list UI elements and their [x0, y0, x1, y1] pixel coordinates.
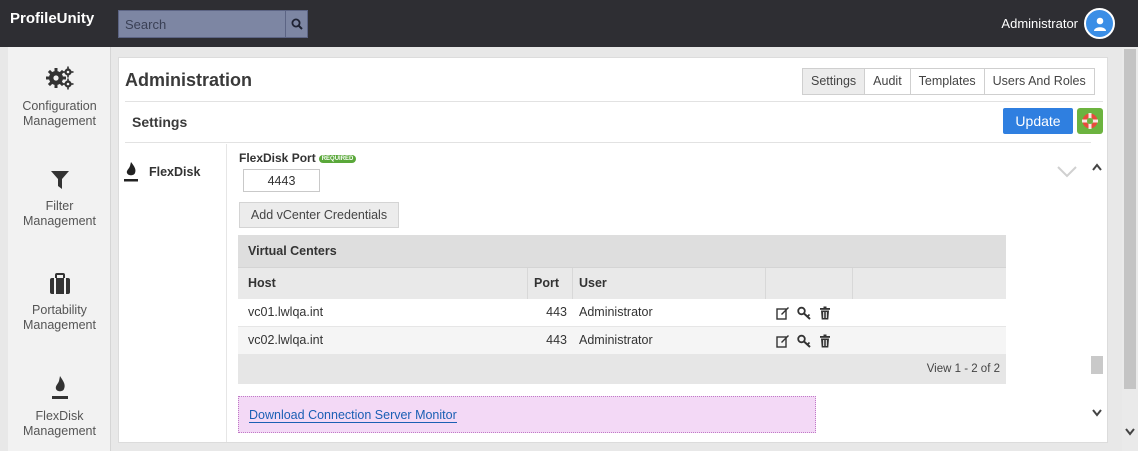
tab-templates[interactable]: Templates — [909, 69, 984, 94]
cell-host: vc01.lwlqa.int — [248, 305, 324, 319]
row-actions — [766, 299, 853, 326]
avatar[interactable] — [1084, 8, 1115, 39]
grid-caption: Virtual Centers — [238, 235, 1006, 267]
page-title: Administration — [125, 70, 253, 90]
divider — [125, 142, 1091, 143]
sidebar-item-label: Management — [23, 114, 96, 128]
flexdisk-port-label: FlexDisk Port REQUIRED — [239, 151, 357, 165]
user-name[interactable]: Administrator — [1001, 16, 1078, 31]
search-button[interactable] — [286, 10, 308, 38]
sidebar-item-portability[interactable]: Portability Management — [8, 273, 111, 333]
app-brand[interactable]: ProfileUnity — [10, 10, 94, 27]
key-icon[interactable] — [797, 306, 812, 320]
flexdisk-icon — [124, 162, 138, 182]
scroll-down-icon[interactable] — [1091, 408, 1103, 418]
edit-icon[interactable] — [776, 306, 790, 320]
search-box — [118, 10, 308, 38]
cell-host: vc02.lwlqa.int — [248, 333, 324, 347]
tab-users-and-roles[interactable]: Users And Roles — [983, 69, 1094, 94]
help-button[interactable] — [1077, 108, 1103, 134]
tab-bar: Settings Audit Templates Users And Roles — [802, 68, 1095, 95]
sidebar-item-label: Management — [23, 318, 96, 332]
sidebar-item-configuration[interactable]: Configuration Management — [8, 65, 111, 129]
cell-user: Administrator — [579, 305, 653, 319]
column-header-actions — [766, 268, 853, 299]
table-row: vc02.lwlqa.int 443 Administrator — [238, 327, 1006, 355]
virtual-centers-grid: Virtual Centers Host Port User vc01.lwlq… — [238, 235, 1006, 384]
search-icon — [291, 18, 303, 30]
flexdisk-section-label: FlexDisk — [123, 161, 200, 183]
cell-blank — [853, 327, 1006, 354]
section-title: Settings — [132, 114, 188, 130]
row-actions — [766, 327, 853, 354]
grid-header: Host Port User — [238, 267, 1006, 299]
trash-icon[interactable] — [819, 334, 831, 348]
page-scrollbar[interactable] — [1122, 47, 1138, 451]
sidebar-item-label: Management — [23, 424, 96, 438]
required-badge: REQUIRED — [318, 155, 357, 163]
column-header-host[interactable]: Host — [238, 268, 528, 299]
sidebar-item-filter[interactable]: Filter Management — [8, 169, 111, 229]
column-header-user[interactable]: User — [573, 268, 766, 299]
cell-blank — [853, 299, 1006, 326]
key-icon[interactable] — [797, 334, 812, 348]
cell-port: 443 — [546, 333, 567, 347]
sidebar-item-label: FlexDisk — [35, 409, 84, 423]
lifebuoy-icon — [1082, 113, 1098, 129]
column-header-blank — [853, 268, 1006, 299]
download-connection-server-monitor-link[interactable]: Download Connection Server Monitor — [249, 408, 457, 423]
user-avatar-icon — [1093, 17, 1106, 31]
port-label-text: FlexDisk Port — [239, 151, 316, 165]
main-panel: Administration Settings Audit Templates … — [118, 57, 1108, 443]
flexdisk-port-input[interactable] — [243, 169, 320, 192]
divider — [226, 144, 227, 442]
scroll-up-icon[interactable] — [1091, 162, 1103, 172]
sidebar-item-flexdisk[interactable]: FlexDisk Management — [8, 375, 111, 439]
column-header-port[interactable]: Port — [528, 268, 573, 299]
gears-icon — [45, 66, 73, 90]
sidebar-item-label: Filter — [45, 199, 74, 213]
download-panel: Download Connection Server Monitor — [238, 396, 816, 433]
search-input[interactable] — [118, 10, 286, 38]
cell-port: 443 — [546, 305, 567, 319]
grid-pager-info: View 1 - 2 of 2 — [238, 355, 1006, 384]
flexdisk-icon — [51, 376, 68, 399]
page-scrollbar-thumb[interactable] — [1124, 49, 1136, 389]
cell-user: Administrator — [579, 333, 653, 347]
tab-settings[interactable]: Settings — [803, 69, 865, 94]
sidebar-item-label: Management — [23, 214, 96, 228]
divider — [125, 101, 1103, 102]
inner-scrollbar-thumb[interactable] — [1091, 356, 1103, 374]
flexdisk-label: FlexDisk — [149, 165, 201, 179]
table-row: vc01.lwlqa.int 443 Administrator — [238, 299, 1006, 327]
tab-audit[interactable]: Audit — [864, 69, 910, 94]
sidebar: Configuration Management Filter Manageme… — [8, 47, 111, 451]
top-bar: ProfileUnity Administrator — [0, 0, 1138, 47]
collapse-chevron-icon[interactable] — [1056, 165, 1078, 179]
edit-icon[interactable] — [776, 334, 790, 348]
scroll-down-icon[interactable] — [1124, 427, 1136, 437]
update-button[interactable]: Update — [1003, 108, 1073, 134]
sidebar-item-label: Configuration — [22, 99, 97, 113]
filter-icon — [50, 171, 69, 189]
add-vcenter-credentials-button[interactable]: Add vCenter Credentials — [239, 202, 399, 228]
briefcase-icon — [49, 273, 70, 294]
trash-icon[interactable] — [819, 306, 831, 320]
sidebar-item-label: Portability — [32, 303, 87, 317]
